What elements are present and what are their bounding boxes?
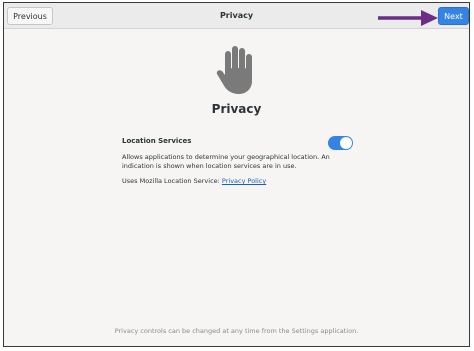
annotation-arrow-icon <box>378 10 438 26</box>
toggle-knob <box>340 137 352 149</box>
footer-note: Privacy controls can be changed at any t… <box>114 327 359 335</box>
location-services-toggle[interactable] <box>328 136 353 150</box>
location-service-note: Uses Mozilla Location Service: Privacy P… <box>122 177 266 185</box>
privacy-policy-link[interactable]: Privacy Policy <box>222 177 266 185</box>
setup-window: Previous Privacy Next Privacy Location S… <box>3 2 470 347</box>
location-services-label: Location Services <box>122 137 192 145</box>
next-button[interactable]: Next <box>438 7 469 25</box>
location-description: Allows applications to determine your ge… <box>122 153 330 170</box>
hand-stop-icon <box>216 46 252 94</box>
page-title: Privacy <box>211 102 262 116</box>
uses-prefix: Uses Mozilla Location Service: <box>122 177 222 185</box>
